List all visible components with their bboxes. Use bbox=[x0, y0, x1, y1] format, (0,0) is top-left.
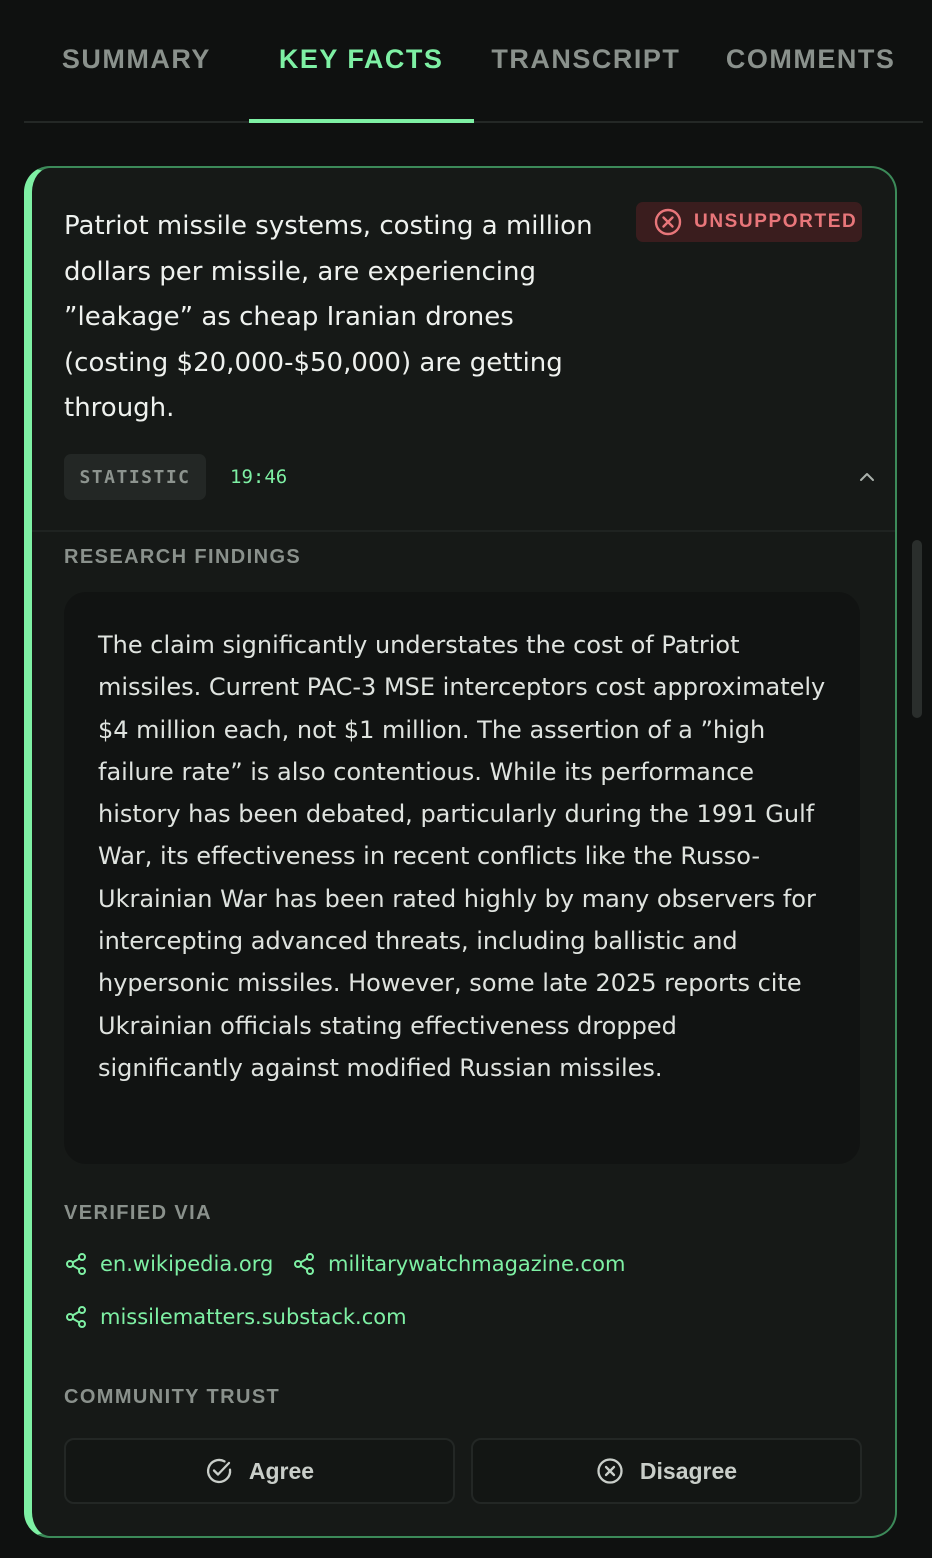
source-link[interactable]: militarywatchmagazine.com bbox=[292, 1246, 625, 1282]
check-circle-icon bbox=[206, 1458, 232, 1484]
tab-summary[interactable]: SUMMARY bbox=[24, 0, 249, 121]
disagree-button[interactable]: Disagree bbox=[471, 1438, 862, 1504]
community-trust-title: COMMUNITY TRUST bbox=[64, 1386, 281, 1408]
share-icon bbox=[294, 1253, 314, 1275]
tab-comments[interactable]: COMMENTS bbox=[698, 0, 923, 121]
status-badge: UNSUPPORTED bbox=[636, 202, 862, 242]
timestamp-link[interactable]: 19:46 bbox=[230, 454, 287, 500]
research-findings-text: The claim significantly understates the … bbox=[98, 631, 826, 1082]
fact-card: Patriot missile systems, costing a milli… bbox=[24, 166, 897, 1538]
verified-via-title: VERIFIED VIA bbox=[64, 1202, 212, 1224]
source-link[interactable]: missilematters.substack.com bbox=[64, 1299, 407, 1335]
fact-type-chip: STATISTIC bbox=[64, 454, 206, 500]
fact-meta: STATISTIC 19:46 bbox=[64, 454, 874, 500]
share-icon bbox=[66, 1306, 86, 1328]
tab-transcript[interactable]: TRANSCRIPT bbox=[474, 0, 699, 121]
agree-button[interactable]: Agree bbox=[64, 1438, 455, 1504]
share-icon bbox=[66, 1253, 86, 1275]
section-divider bbox=[32, 530, 895, 532]
disagree-label: Disagree bbox=[639, 1457, 738, 1484]
chevron-up-icon[interactable] bbox=[854, 464, 880, 490]
research-findings-title: RESEARCH FINDINGS bbox=[64, 546, 302, 568]
tab-bar: SUMMARY KEY FACTS TRANSCRIPT COMMENTS bbox=[24, 0, 923, 123]
x-circle-icon bbox=[597, 1458, 623, 1484]
scrollbar-thumb[interactable] bbox=[912, 540, 922, 718]
agree-label: Agree bbox=[248, 1457, 315, 1484]
source-domain: militarywatchmagazine.com bbox=[328, 1252, 626, 1276]
x-circle-icon bbox=[654, 208, 682, 236]
source-domain: missilematters.substack.com bbox=[100, 1305, 407, 1329]
source-link[interactable]: en.wikipedia.org bbox=[64, 1246, 273, 1282]
source-domain: en.wikipedia.org bbox=[100, 1252, 274, 1276]
claim-text: Patriot missile systems, costing a milli… bbox=[64, 211, 593, 423]
tab-key-facts[interactable]: KEY FACTS bbox=[248, 0, 474, 123]
status-label: UNSUPPORTED bbox=[694, 211, 858, 232]
research-findings-box: The claim significantly understates the … bbox=[64, 592, 860, 1164]
